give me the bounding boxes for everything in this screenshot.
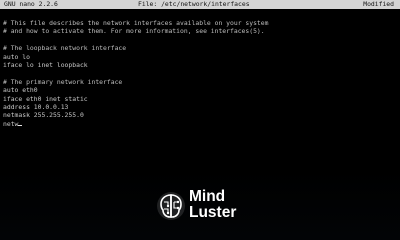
watermark-line-2: Luster bbox=[189, 204, 237, 221]
line-text: auto eth0 bbox=[3, 86, 38, 95]
mindluster-watermark: Mind Luster bbox=[156, 186, 256, 226]
comment-line: # The primary network interface bbox=[3, 78, 397, 86]
line-text: netmask 255.255.255.0 bbox=[3, 111, 84, 120]
line-text: # The primary network interface bbox=[3, 77, 123, 86]
terminal-screen: GNU nano 2.2.6 File: /etc/network/interf… bbox=[0, 0, 400, 240]
line-text: netw bbox=[3, 119, 19, 128]
config-line: netmask 255.255.255.0 bbox=[3, 111, 397, 119]
brain-icon bbox=[157, 192, 185, 220]
line-text: address 10.0.0.13 bbox=[3, 102, 69, 111]
file-path: File: /etc/network/interfaces bbox=[138, 0, 250, 8]
modified-status: Modified bbox=[363, 0, 394, 8]
comment-line: # and how to activate them. For more inf… bbox=[3, 27, 397, 35]
watermark-line-1: Mind bbox=[189, 188, 226, 205]
config-line: iface lo inet loopback bbox=[3, 61, 397, 69]
watermark-text: Mind Luster bbox=[189, 189, 236, 221]
editor-version: GNU nano 2.2.6 bbox=[4, 0, 58, 8]
comment-line: # The loopback network interface bbox=[3, 44, 397, 52]
line-text: # and how to activate them. For more inf… bbox=[3, 27, 265, 36]
line-text: # The loopback network interface bbox=[3, 44, 127, 53]
nano-title-bar: GNU nano 2.2.6 File: /etc/network/interf… bbox=[0, 0, 400, 9]
line-text: iface lo inet loopback bbox=[3, 60, 88, 69]
config-line: auto eth0 bbox=[3, 86, 397, 94]
comment-line: # This file describes the network interf… bbox=[3, 19, 397, 27]
line-text: # This file describes the network interf… bbox=[3, 19, 269, 27]
line-text: auto lo bbox=[3, 52, 30, 61]
text-cursor bbox=[18, 124, 23, 126]
config-line: auto lo bbox=[3, 53, 397, 61]
line-text: iface eth0 inet static bbox=[3, 94, 88, 103]
config-line: address 10.0.0.13 bbox=[3, 103, 397, 111]
config-line: netw bbox=[3, 120, 397, 128]
editor-text-area[interactable]: # This file describes the network interf… bbox=[3, 19, 397, 128]
config-line: iface eth0 inet static bbox=[3, 95, 397, 103]
